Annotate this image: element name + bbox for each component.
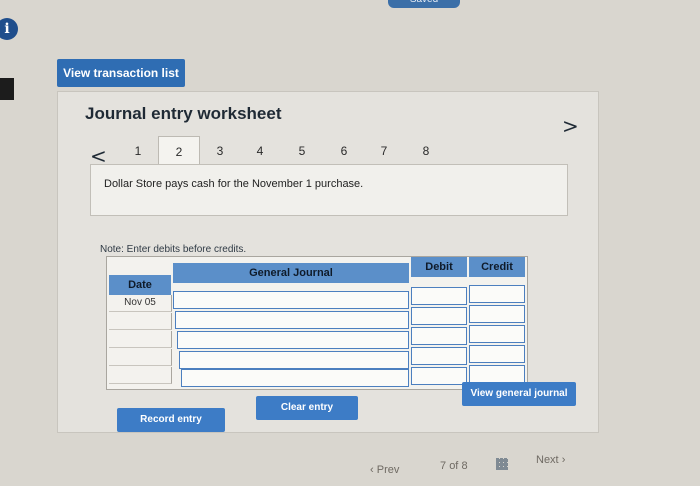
tab-2[interactable]: 2 (158, 136, 200, 167)
prev-page-link[interactable]: ‹ Prev (370, 464, 399, 476)
col-header-debit: Debit (411, 257, 467, 277)
view-general-journal-button[interactable]: View general journal (462, 382, 576, 406)
chevron-left-icon: ‹ (370, 464, 374, 476)
next-tab-chevron-icon[interactable]: > (562, 114, 579, 138)
tab-5[interactable]: 5 (282, 136, 322, 166)
tab-4[interactable]: 4 (240, 136, 280, 166)
debit-input[interactable] (411, 287, 467, 305)
debit-input[interactable] (411, 367, 467, 385)
clear-entry-button[interactable]: Clear entry (256, 396, 358, 420)
credit-input[interactable] (469, 305, 525, 323)
row-date (109, 367, 172, 384)
of-label: of (449, 460, 459, 472)
account-input[interactable] (179, 351, 409, 369)
col-header-general-journal: General Journal (173, 263, 409, 283)
info-icon[interactable]: i (0, 18, 18, 40)
total-pages: 8 (461, 460, 468, 472)
page-indicator: 7 of 8 (440, 460, 468, 472)
chevron-right-icon: › (561, 454, 566, 466)
journal-table: Date General Journal Debit Credit Nov 05 (106, 256, 528, 390)
account-input[interactable] (173, 291, 409, 309)
side-marker (0, 78, 14, 100)
grid-view-icon[interactable] (496, 458, 508, 470)
col-header-credit: Credit (469, 257, 525, 277)
tab-3[interactable]: 3 (200, 136, 240, 166)
account-input[interactable] (175, 311, 409, 329)
next-label: Next (536, 454, 559, 466)
record-entry-button[interactable]: Record entry (117, 408, 225, 432)
tab-1[interactable]: 1 (118, 136, 158, 166)
credit-input[interactable] (469, 325, 525, 343)
tab-8[interactable]: 8 (406, 136, 446, 166)
saved-indicator: Saved (388, 0, 460, 8)
credit-input[interactable] (469, 345, 525, 363)
row-date (109, 331, 172, 348)
current-page: 7 (440, 460, 447, 472)
credit-input[interactable] (469, 365, 525, 383)
debit-input[interactable] (411, 307, 467, 325)
view-transaction-list-button[interactable]: View transaction list (57, 59, 185, 87)
debit-input[interactable] (411, 327, 467, 345)
account-input[interactable] (177, 331, 409, 349)
debits-note: Note: Enter debits before credits. (100, 244, 247, 255)
account-input[interactable] (181, 369, 409, 387)
transaction-instruction: Dollar Store pays cash for the November … (104, 178, 364, 190)
credit-input[interactable] (469, 285, 525, 303)
debit-input[interactable] (411, 347, 467, 365)
worksheet-title: Journal entry worksheet (85, 104, 282, 123)
row-date (109, 313, 172, 330)
next-page-link[interactable]: Next › (536, 454, 565, 466)
tab-7[interactable]: 7 (364, 136, 404, 166)
row-date: Nov 05 (109, 295, 172, 312)
tab-content-box (90, 164, 568, 216)
tab-6[interactable]: 6 (324, 136, 364, 166)
row-date (109, 349, 172, 366)
col-header-date: Date (109, 275, 171, 295)
prev-label: Prev (376, 464, 400, 476)
